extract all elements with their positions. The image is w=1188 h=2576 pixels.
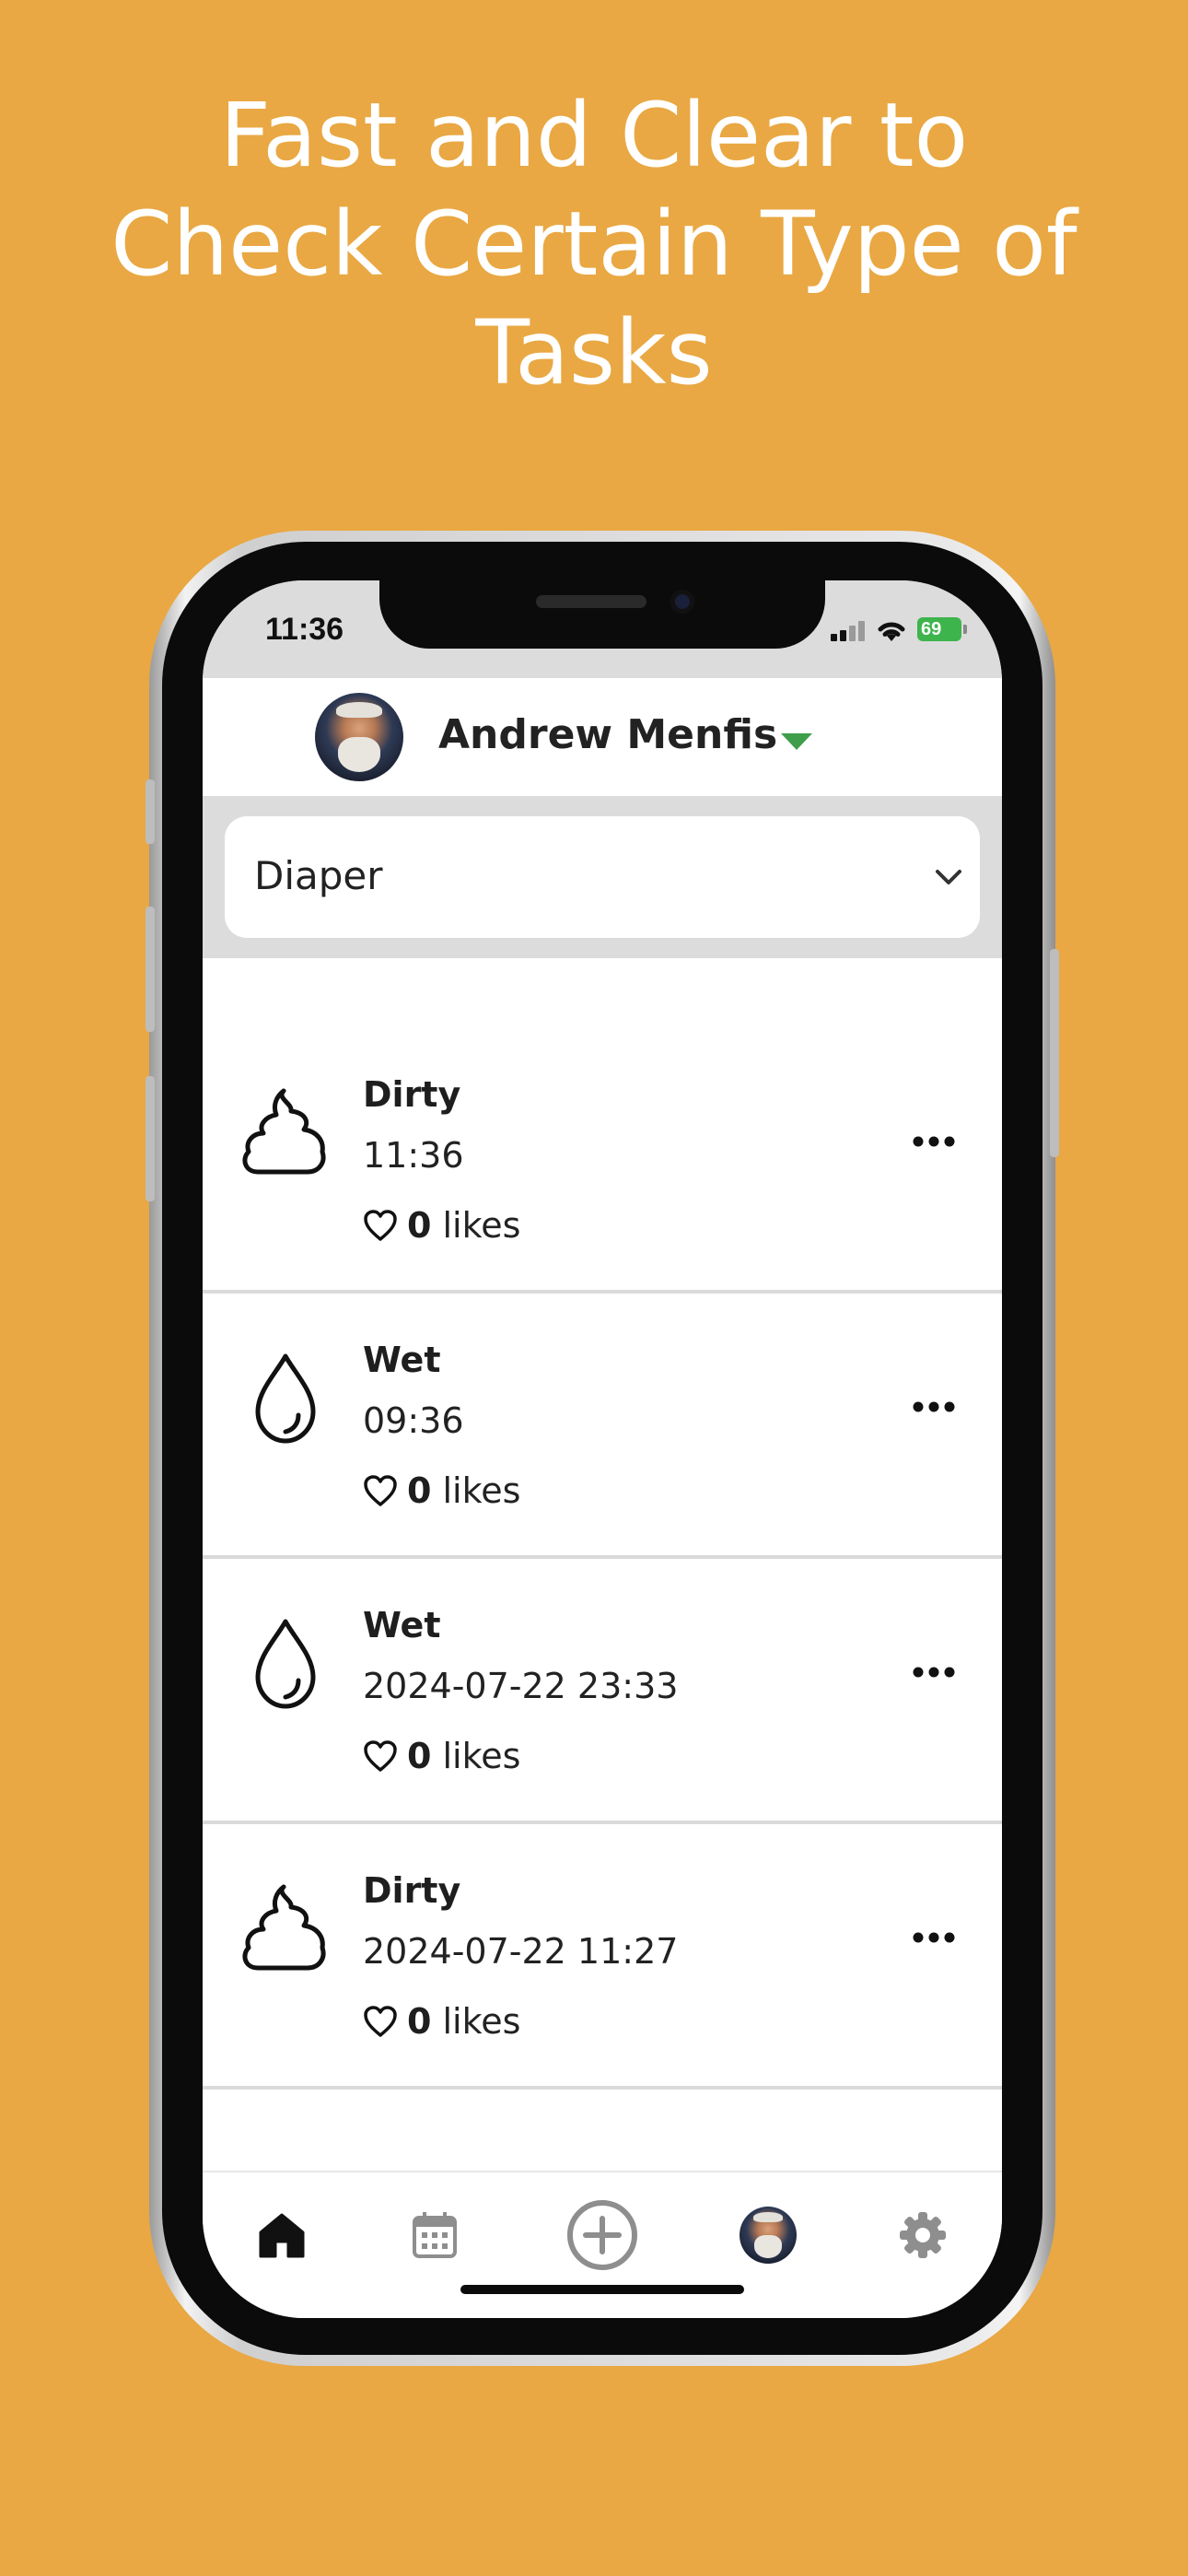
likes-label: likes xyxy=(442,1470,521,1511)
likes-label: likes xyxy=(442,1736,521,1776)
category-select-value: Diaper xyxy=(254,853,383,898)
front-camera xyxy=(670,590,694,614)
power-button xyxy=(1050,949,1059,1157)
likes-count: 0 xyxy=(407,1205,432,1246)
entry-type: Wet xyxy=(363,1340,441,1380)
chevron-down-icon xyxy=(936,870,961,884)
entry-row[interactable]: Wet 2024-07-22 23:33 0 likes xyxy=(203,1559,1002,1824)
tab-settings[interactable] xyxy=(886,2198,960,2272)
calendar-icon xyxy=(413,2212,457,2258)
status-time: 11:36 xyxy=(265,612,344,647)
more-options-icon[interactable] xyxy=(912,1400,956,1413)
headline-line-3: Tasks xyxy=(475,301,713,404)
filter-bar: Diaper xyxy=(203,796,1002,958)
home-indicator xyxy=(460,2285,744,2294)
user-name[interactable]: Andrew Menfis xyxy=(438,711,777,758)
battery-level: 69 xyxy=(921,619,942,639)
likes-button[interactable]: 0 likes xyxy=(363,1470,520,1511)
heart-icon[interactable] xyxy=(363,1209,398,1242)
likes-count: 0 xyxy=(407,2001,432,2042)
tab-calendar[interactable] xyxy=(398,2198,472,2272)
home-icon xyxy=(259,2213,305,2258)
volume-up-button xyxy=(146,907,155,1032)
heart-icon[interactable] xyxy=(363,1739,398,1773)
entry-time: 2024-07-22 11:27 xyxy=(363,1931,679,1972)
bottom-tab-bar xyxy=(203,2171,1002,2318)
entry-time: 09:36 xyxy=(363,1400,464,1441)
likes-count: 0 xyxy=(407,1736,432,1776)
likes-label: likes xyxy=(442,1205,521,1246)
profile-avatar xyxy=(740,2207,797,2264)
entry-time: 2024-07-22 23:33 xyxy=(363,1666,679,1706)
water-drop-icon xyxy=(255,1619,316,1709)
promo-headline: Fast and Clear to Check Certain Type of … xyxy=(0,81,1188,407)
battery-tip xyxy=(963,625,967,634)
headline-line-1: Fast and Clear to xyxy=(219,84,969,187)
category-select[interactable]: Diaper xyxy=(225,816,980,938)
entry-type: Dirty xyxy=(363,1870,461,1911)
gear-icon xyxy=(900,2212,946,2258)
entry-time: 11:36 xyxy=(363,1135,464,1176)
entry-row[interactable]: Dirty 11:36 0 likes xyxy=(203,1028,1002,1294)
likes-button[interactable]: 0 likes xyxy=(363,2001,520,2042)
entry-type: Dirty xyxy=(363,1074,461,1115)
caret-down-icon[interactable] xyxy=(781,733,812,750)
more-options-icon[interactable] xyxy=(912,1666,956,1679)
likes-button[interactable]: 0 likes xyxy=(363,1736,520,1776)
notch xyxy=(379,580,825,649)
likes-count: 0 xyxy=(407,1470,432,1511)
entry-type: Wet xyxy=(363,1605,441,1645)
signal-icon xyxy=(831,621,868,641)
phone-screen: 11:36 69 Andrew Menfis Diaper Dirty 11:3… xyxy=(203,580,1002,2318)
tab-profile[interactable] xyxy=(731,2198,805,2272)
volume-down-button xyxy=(146,1076,155,1201)
tab-add[interactable] xyxy=(565,2198,639,2272)
headline-line-2: Check Certain Type of xyxy=(111,193,1077,296)
add-circle-icon xyxy=(567,2200,637,2270)
likes-label: likes xyxy=(442,2001,521,2042)
poop-icon xyxy=(242,1088,326,1175)
more-options-icon[interactable] xyxy=(912,1135,956,1148)
likes-button[interactable]: 0 likes xyxy=(363,1205,520,1246)
wifi-icon xyxy=(878,622,905,641)
water-drop-icon xyxy=(255,1353,316,1444)
status-bar: 11:36 69 xyxy=(203,580,1002,678)
speaker-grille xyxy=(536,595,646,608)
more-options-icon[interactable] xyxy=(912,1931,956,1944)
tab-home[interactable] xyxy=(245,2198,319,2272)
user-avatar[interactable] xyxy=(315,693,403,781)
poop-icon xyxy=(242,1884,326,1971)
entry-row[interactable]: Dirty 2024-07-22 11:27 0 likes xyxy=(203,1824,1002,2090)
heart-icon[interactable] xyxy=(363,1474,398,1507)
mute-switch xyxy=(146,779,155,844)
entry-row[interactable]: Wet 09:36 0 likes xyxy=(203,1294,1002,1559)
profile-header[interactable]: Andrew Menfis xyxy=(203,678,1002,796)
heart-icon[interactable] xyxy=(363,2005,398,2038)
battery-icon: 69 xyxy=(917,617,961,641)
